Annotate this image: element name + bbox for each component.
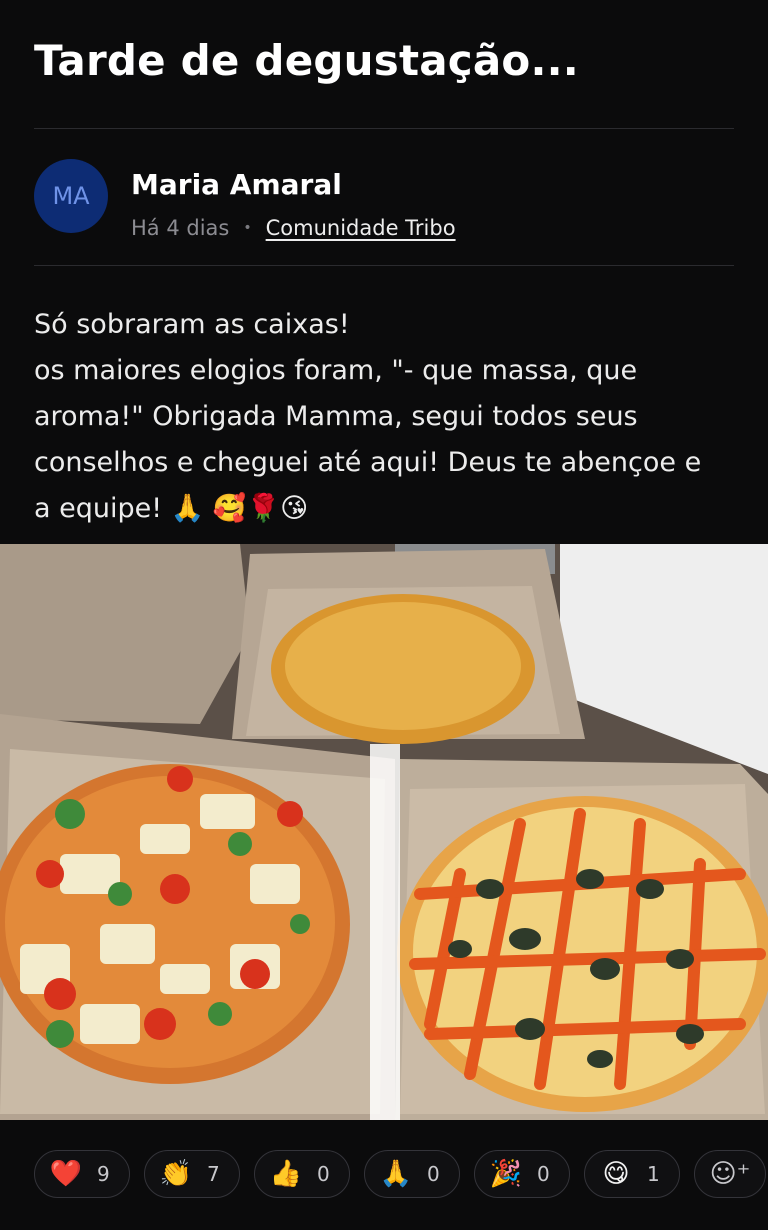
avatar[interactable]: MA	[34, 159, 108, 233]
divider	[34, 265, 734, 266]
body-line: os maiores elogios foram, "- que massa, …	[34, 355, 638, 386]
reactions-bar: ❤️ 9 👏 7 👍 0 🙏 0 🎉 0 😋 1 ☺⁺	[34, 1150, 766, 1198]
author-name[interactable]: Maria Amaral	[131, 168, 342, 201]
reaction-heart[interactable]: ❤️ 9	[34, 1150, 130, 1198]
reaction-thumbs-up[interactable]: 👍 0	[254, 1150, 350, 1198]
post-time: Há 4 dias	[131, 216, 230, 240]
divider	[34, 128, 734, 129]
reaction-count: 0	[537, 1162, 550, 1186]
reaction-count: 9	[97, 1162, 110, 1186]
pizza-photo-illustration	[0, 544, 768, 1120]
reaction-clap[interactable]: 👏 7	[144, 1150, 240, 1198]
reaction-yum[interactable]: 😋 1	[584, 1150, 680, 1198]
post-meta: Há 4 dias • Comunidade Tribo	[131, 216, 456, 240]
reaction-count: 1	[647, 1162, 660, 1186]
clap-icon: 👏	[159, 1159, 193, 1189]
heart-icon: ❤️	[49, 1159, 83, 1189]
reaction-pray[interactable]: 🙏 0	[364, 1150, 460, 1198]
add-reaction-button[interactable]: ☺⁺	[694, 1150, 766, 1198]
thumbs-up-icon: 👍	[269, 1159, 303, 1189]
yum-icon: 😋	[602, 1159, 630, 1189]
pray-icon: 🙏	[379, 1159, 413, 1189]
reaction-count: 0	[427, 1162, 440, 1186]
reaction-count: 0	[317, 1162, 330, 1186]
separator-dot: •	[243, 220, 252, 236]
body-line: conselhos e cheguei até aqui! Deus te ab…	[34, 447, 702, 478]
reaction-count: 7	[207, 1162, 220, 1186]
reaction-party[interactable]: 🎉 0	[474, 1150, 570, 1198]
add-reaction-icon: ☺⁺	[709, 1159, 751, 1189]
post-title: Tarde de degustação...	[34, 36, 579, 85]
post-photo[interactable]	[0, 544, 768, 1120]
party-icon: 🎉	[489, 1159, 523, 1189]
community-link[interactable]: Comunidade Tribo	[266, 216, 456, 240]
body-line: a equipe! 🙏 🥰🌹😘	[34, 493, 309, 524]
body-line: Só sobraram as caixas!	[34, 309, 350, 340]
post-body: Só sobraram as caixas! os maiores elogio…	[34, 302, 746, 532]
body-line: aroma!" Obrigada Mamma, segui todos seus	[34, 401, 638, 432]
